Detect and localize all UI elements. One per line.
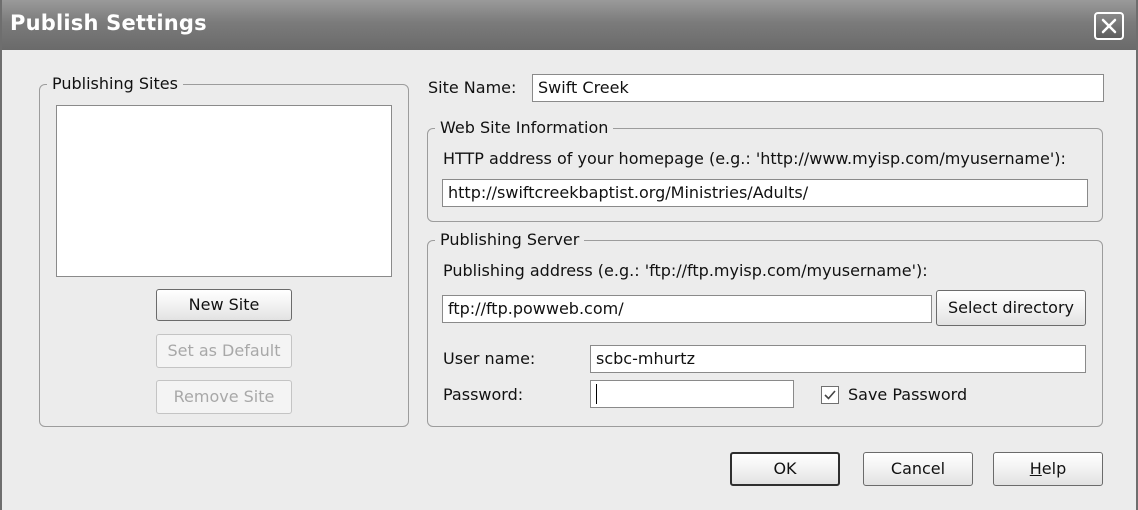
publishing-address-label: Publishing address (e.g.: 'ftp://ftp.myi…: [443, 261, 928, 280]
publishing-sites-group: Publishing Sites New Site Set as Default…: [39, 74, 409, 427]
ok-button[interactable]: OK: [730, 452, 840, 486]
new-site-button[interactable]: New Site: [156, 289, 292, 321]
password-label: Password:: [443, 385, 524, 404]
help-label-rest: elp: [1041, 459, 1067, 478]
publishing-sites-legend: Publishing Sites: [47, 74, 183, 93]
remove-site-button[interactable]: Remove Site: [156, 380, 292, 414]
help-mnemonic: H: [1029, 459, 1042, 478]
save-password-checkbox[interactable]: [821, 386, 839, 404]
site-name-input[interactable]: Swift Creek: [532, 74, 1104, 102]
site-name-label: Site Name:: [428, 78, 517, 97]
username-input[interactable]: scbc-mhurtz: [590, 345, 1086, 373]
publishing-sites-list[interactable]: [56, 105, 392, 277]
window-title: Publish Settings: [10, 11, 207, 35]
title-bar[interactable]: Publish Settings: [2, 0, 1136, 50]
http-address-label: HTTP address of your homepage (e.g.: 'ht…: [443, 149, 1066, 168]
web-site-information-group: Web Site Information HTTP address of you…: [427, 118, 1103, 222]
select-directory-button[interactable]: Select directory: [936, 290, 1086, 326]
publishing-address-input[interactable]: ftp://ftp.powweb.com/: [442, 295, 932, 323]
http-address-input[interactable]: http://swiftcreekbaptist.org/Ministries/…: [442, 179, 1088, 207]
publishing-server-legend: Publishing Server: [435, 230, 585, 249]
help-button[interactable]: Help: [993, 452, 1103, 486]
dialog-content: Publishing Sites New Site Set as Default…: [2, 50, 1136, 510]
publish-settings-dialog: Publish Settings Publishing Sites New Si…: [0, 0, 1138, 510]
close-icon: [1101, 18, 1117, 34]
save-password-label[interactable]: Save Password: [848, 385, 967, 404]
close-button[interactable]: [1094, 12, 1124, 40]
web-site-information-legend: Web Site Information: [435, 118, 614, 137]
cancel-button[interactable]: Cancel: [863, 452, 973, 486]
publishing-server-group: Publishing Server Publishing address (e.…: [427, 230, 1103, 427]
password-input[interactable]: [590, 380, 794, 408]
set-as-default-button[interactable]: Set as Default: [156, 334, 292, 368]
checkmark-icon: [824, 390, 836, 400]
text-caret: [596, 384, 597, 404]
username-label: User name:: [443, 349, 536, 368]
